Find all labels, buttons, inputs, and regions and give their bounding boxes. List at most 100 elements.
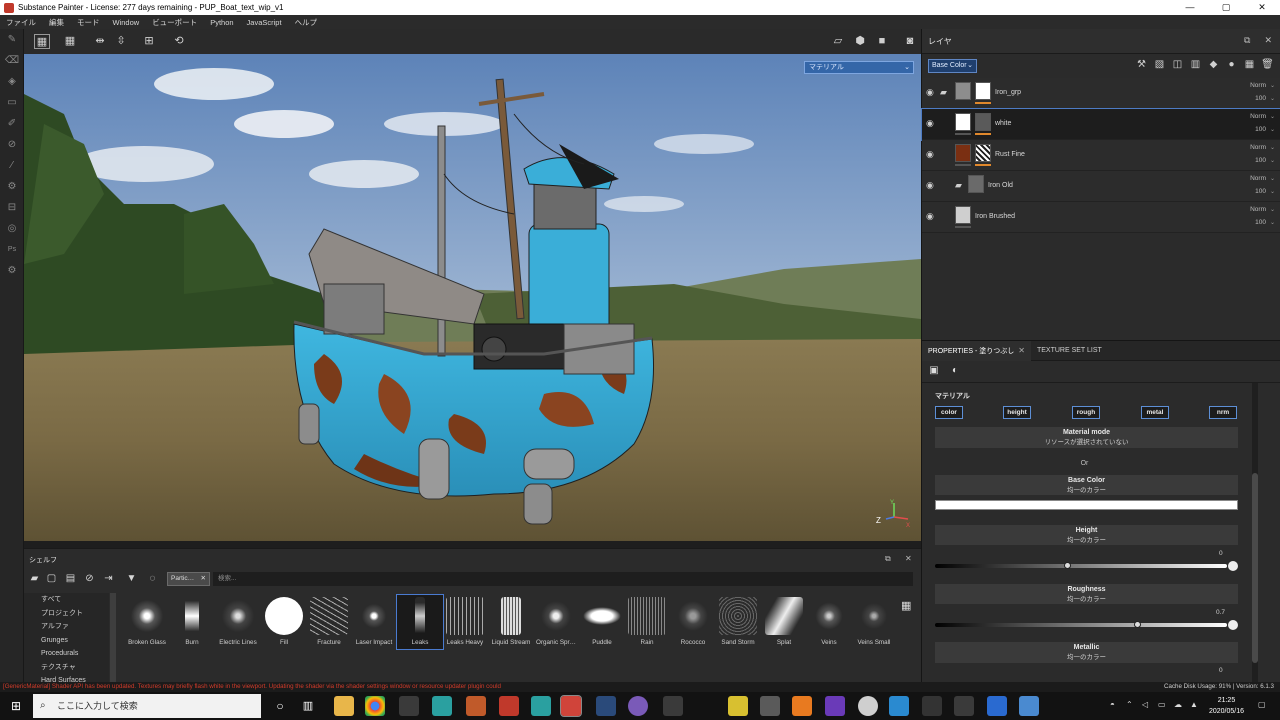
visibility-eye-icon[interactable]: ◉ [926, 211, 938, 222]
minimize-button[interactable]: — [1172, 0, 1208, 15]
blend-mode[interactable]: Norm [1250, 206, 1266, 213]
maya-icon[interactable] [432, 696, 452, 716]
layer-opacity[interactable]: 100 [1255, 188, 1266, 195]
chevron-down-icon[interactable]: ⌄ [1270, 126, 1275, 133]
volume-icon[interactable]: ◁ [1142, 700, 1154, 709]
network-icon[interactable]: ▭ [1158, 700, 1170, 709]
chevron-down-icon[interactable]: ⌄ [1270, 188, 1275, 195]
new-tab-icon[interactable]: ▢ [45, 573, 58, 585]
viewport-2d-icon[interactable]: ▱ [830, 34, 846, 49]
notifications-icon[interactable]: ▢ [1258, 700, 1270, 709]
material-mode-field[interactable]: Material mode リソースが選択されていない [935, 427, 1238, 448]
terminal-icon[interactable] [954, 696, 974, 716]
bake-icon[interactable]: ⊟ [0, 197, 24, 218]
geometry-mask-icon[interactable]: ▭ [0, 92, 24, 113]
folder-icon[interactable]: ▰ [955, 180, 967, 190]
height-slider[interactable] [935, 564, 1227, 568]
maximize-button[interactable]: ▢ [1208, 0, 1244, 15]
channel-height-button[interactable]: height [1003, 406, 1031, 419]
tab-texture-set-list[interactable]: TEXTURE SET LIST [1031, 341, 1108, 361]
layer-opacity[interactable]: 100 [1255, 95, 1266, 102]
clock[interactable]: 21:25 2020/05/16 [1209, 695, 1244, 717]
app-icon[interactable] [889, 696, 909, 716]
close-window-button[interactable]: ✕ [1244, 0, 1280, 15]
symmetry-y-icon[interactable]: ⇳ [113, 34, 129, 49]
smart-material-icon[interactable]: ● [1225, 58, 1238, 72]
tab-properties[interactable]: PROPERTIES - 塗りつぶし ✕ [922, 341, 1031, 361]
chevron-down-icon[interactable]: ⌄ [1270, 144, 1275, 151]
layer-row[interactable]: ◉ Rust Fine Norm ⌄ 100 ⌄ [922, 140, 1280, 171]
layer-opacity[interactable]: 100 [1255, 157, 1266, 164]
channel-metal-button[interactable]: metal [1141, 406, 1169, 419]
app-icon[interactable] [499, 696, 519, 716]
windows-start-icon[interactable]: ⊞ [0, 692, 32, 720]
paint-bucket-icon[interactable]: ◆ [1207, 58, 1220, 72]
chevron-down-icon[interactable]: ⌄ [1270, 157, 1275, 164]
filter-chip[interactable]: Partic… ✕ [167, 572, 210, 586]
substance-painter-icon[interactable] [560, 695, 582, 717]
paint-brush-icon[interactable]: ✎ [0, 29, 24, 50]
chevron-down-icon[interactable]: ⌄ [1270, 95, 1275, 102]
menu-viewport[interactable]: ビューポート [152, 17, 197, 28]
menu-file[interactable]: ファイル [6, 17, 36, 28]
blend-mode[interactable]: Norm [1250, 113, 1266, 120]
properties-scrollbar[interactable] [1252, 383, 1258, 682]
save-icon[interactable]: ▤ [64, 573, 77, 585]
chevron-up-icon[interactable]: ⌃ [1126, 700, 1138, 709]
maya-icon[interactable] [531, 696, 551, 716]
blend-mode[interactable]: Norm [1250, 82, 1266, 89]
layer-opacity[interactable]: 100 [1255, 219, 1266, 226]
visibility-eye-icon[interactable]: ◉ [926, 149, 938, 160]
layer-row[interactable]: ◉ white Norm ⌄ 100 ⌄ [921, 108, 1280, 141]
people-icon[interactable]: ◓ [1110, 700, 1122, 709]
category-all[interactable]: すべて [24, 593, 109, 607]
epic-games-icon[interactable] [922, 696, 942, 716]
layer-row[interactable]: ◉ ▰ Iron_grp Norm ⌄ 100 ⌄ [922, 78, 1280, 109]
refresh-icon[interactable]: ◌ [146, 573, 159, 585]
file-explorer-icon[interactable] [334, 696, 354, 716]
layer-opacity[interactable]: 100 [1255, 126, 1266, 133]
material-mode-dropdown[interactable]: マテリアル ⌄ [804, 61, 914, 74]
app-icon[interactable] [760, 696, 780, 716]
menu-help[interactable]: ヘルプ [295, 17, 318, 28]
color-picker-icon[interactable]: ⁄ [0, 155, 24, 176]
close-panel-icon[interactable]: ✕ [905, 554, 912, 563]
taskbar-search-input[interactable]: ⌕ ここに入力して検索 [33, 694, 261, 718]
app-icon[interactable] [596, 696, 616, 716]
viewport-3d-cube-icon[interactable]: ⬢ [852, 34, 868, 49]
menu-window[interactable]: Window [113, 18, 140, 27]
category-project[interactable]: プロジェクト [24, 607, 109, 621]
scrollbar-thumb[interactable] [1252, 473, 1258, 663]
photoshop-export-icon[interactable]: Ps [0, 239, 24, 260]
chevron-down-icon[interactable]: ⌄ [1270, 206, 1275, 213]
layer-row[interactable]: ◉ Iron Brushed Norm ⌄ 100 ⌄ [922, 202, 1280, 233]
blend-mode[interactable]: Norm [1250, 175, 1266, 182]
3d-viewport[interactable]: マテリアル ⌄ Z X Y [24, 54, 921, 541]
height-edit-icon[interactable] [1228, 561, 1238, 571]
add-frame-icon[interactable]: ⊞ [141, 34, 157, 49]
app-icon[interactable] [987, 696, 1007, 716]
base-color-swatch[interactable] [935, 500, 1238, 510]
app-tray-icon[interactable]: ▲ [1190, 700, 1202, 709]
chrome-icon[interactable] [365, 696, 385, 716]
app-icon[interactable] [1019, 696, 1039, 716]
settings-gear-icon[interactable]: ⚙ [0, 176, 24, 197]
history-icon[interactable]: ⟲ [171, 34, 187, 49]
float-panel-icon[interactable]: ⧉ [885, 554, 891, 564]
eraser-icon[interactable]: ⌫ [0, 50, 24, 71]
vlc-icon[interactable] [792, 696, 812, 716]
visibility-eye-icon[interactable]: ◉ [926, 87, 938, 98]
shelf-item[interactable]: Veins Small [851, 595, 897, 649]
roughness-edit-icon[interactable] [1228, 620, 1238, 630]
grid-layout-icon[interactable]: ▦ [34, 34, 50, 49]
metallic-field[interactable]: Metallic 均一のカラー [935, 642, 1238, 663]
add-mask-icon[interactable]: ▧ [1153, 58, 1166, 72]
app-icon[interactable] [628, 696, 648, 716]
trash-icon[interactable]: 🗑 [1261, 58, 1274, 72]
clone-icon[interactable]: ⊘ [0, 134, 24, 155]
category-textures[interactable]: テクスチャ [24, 661, 109, 675]
shader-settings-icon[interactable]: ⚙ [0, 260, 24, 281]
height-slider-knob[interactable] [1064, 562, 1071, 569]
add-effect-icon[interactable]: ⚒ [1135, 58, 1148, 72]
grid-split-icon[interactable]: ▦ [62, 34, 78, 49]
